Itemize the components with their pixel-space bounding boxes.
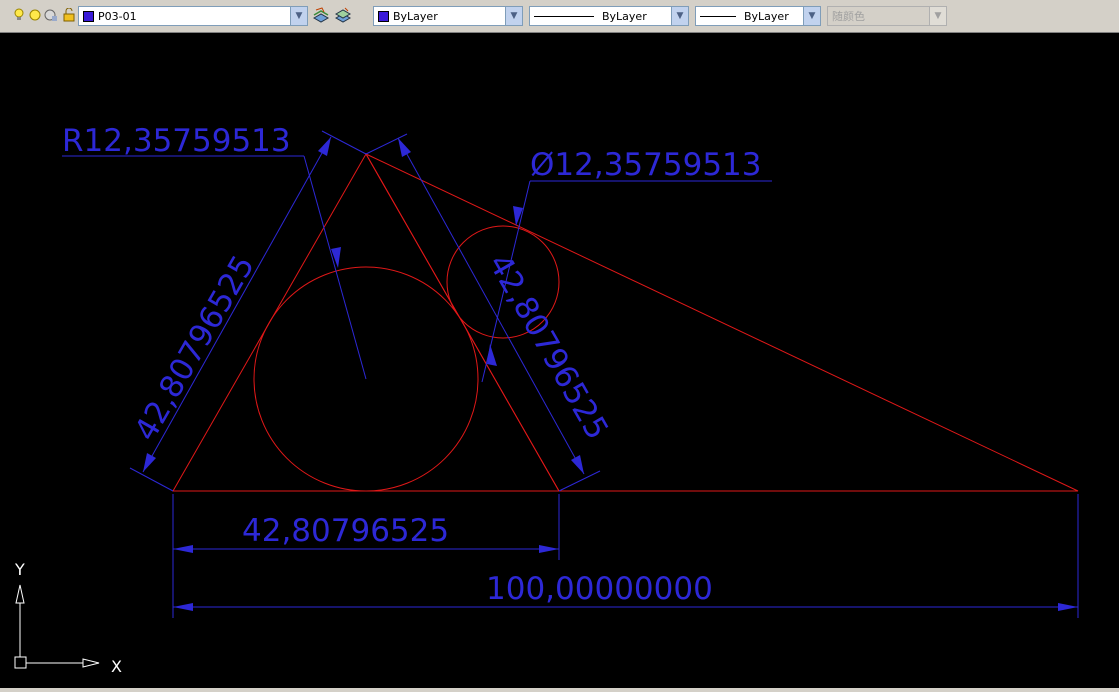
right-triangle-outline[interactable] bbox=[364, 152, 1079, 492]
chevron-down-icon[interactable]: ▼ bbox=[803, 7, 820, 25]
base-dim-label[interactable]: 42,80796525 bbox=[242, 513, 449, 549]
color-value: ByLayer bbox=[393, 9, 438, 23]
total-dim-arrow-right bbox=[1058, 603, 1078, 611]
chevron-down-icon[interactable]: ▼ bbox=[671, 7, 688, 25]
layer-previous-icon[interactable] bbox=[334, 6, 352, 24]
ucs-y-label: Y bbox=[14, 560, 25, 579]
make-object-layer-current-icon[interactable] bbox=[312, 6, 330, 24]
plotstyle-dropdown[interactable]: 随颜色 ▼ bbox=[827, 6, 947, 26]
lineweight-value: ByLayer bbox=[744, 9, 789, 23]
sun-icon[interactable] bbox=[28, 8, 42, 22]
right-dim-line[interactable] bbox=[397, 137, 585, 475]
layer-dropdown[interactable]: P03-01 ▼ bbox=[78, 6, 308, 26]
layer-color-swatch bbox=[83, 11, 94, 22]
right-dim-arrow-top bbox=[398, 138, 411, 157]
total-dim-label[interactable]: 100,00000000 bbox=[486, 571, 713, 607]
color-swatch bbox=[378, 11, 389, 22]
right-side-dim-label[interactable]: 42,80796525 bbox=[481, 248, 615, 446]
base-dim-arrow-left bbox=[173, 545, 193, 553]
drawing-canvas[interactable]: R12,35759513 Ø12,35759513 42,80796525 42… bbox=[0, 33, 1119, 688]
linetype-value: ByLayer bbox=[602, 9, 647, 23]
right-dim-extension-bottom[interactable] bbox=[558, 470, 601, 492]
lock-icon[interactable] bbox=[62, 8, 76, 22]
lightbulb-icon[interactable] bbox=[12, 8, 26, 22]
left-dim-extension-bottom[interactable] bbox=[129, 467, 174, 492]
plotstyle-value: 随颜色 bbox=[832, 10, 865, 23]
left-dim-arrow-top bbox=[318, 137, 331, 156]
diameter-dim-label[interactable]: Ø12,35759513 bbox=[530, 147, 762, 183]
linetype-sample bbox=[534, 16, 594, 17]
radius-dim-label[interactable]: R12,35759513 bbox=[62, 123, 291, 159]
chevron-down-icon[interactable]: ▼ bbox=[290, 7, 307, 25]
diameter-inner-arrowhead bbox=[487, 344, 497, 366]
total-dim-arrow-left bbox=[173, 603, 193, 611]
chevron-down-icon[interactable]: ▼ bbox=[505, 7, 522, 25]
base-dim-arrow-right bbox=[539, 545, 559, 553]
lineweight-sample bbox=[700, 16, 736, 17]
chevron-down-icon[interactable]: ▼ bbox=[929, 7, 946, 25]
layer-name: P03-01 bbox=[98, 9, 137, 23]
ucs-icon bbox=[14, 584, 100, 669]
right-dim-arrow-bottom bbox=[571, 455, 584, 474]
color-dropdown[interactable]: ByLayer ▼ bbox=[373, 6, 523, 26]
drawing-svg: R12,35759513 Ø12,35759513 42,80796525 42… bbox=[14, 123, 1079, 676]
linetype-dropdown[interactable]: ByLayer ▼ bbox=[529, 6, 689, 26]
equilateral-triangle[interactable] bbox=[172, 152, 560, 492]
ucs-x-label: X bbox=[111, 657, 122, 676]
left-dim-arrow-bottom bbox=[143, 453, 156, 472]
layout-tabs-strip bbox=[0, 688, 1119, 692]
lineweight-dropdown[interactable]: ByLayer ▼ bbox=[695, 6, 821, 26]
properties-toolbar: P03-01 ▼ ByLayer ▼ ByLayer ▼ ByLayer ▼ 随… bbox=[0, 0, 1119, 33]
viewport-freeze-icon[interactable] bbox=[44, 8, 58, 22]
left-side-dim-label[interactable]: 42,80796525 bbox=[128, 249, 262, 447]
